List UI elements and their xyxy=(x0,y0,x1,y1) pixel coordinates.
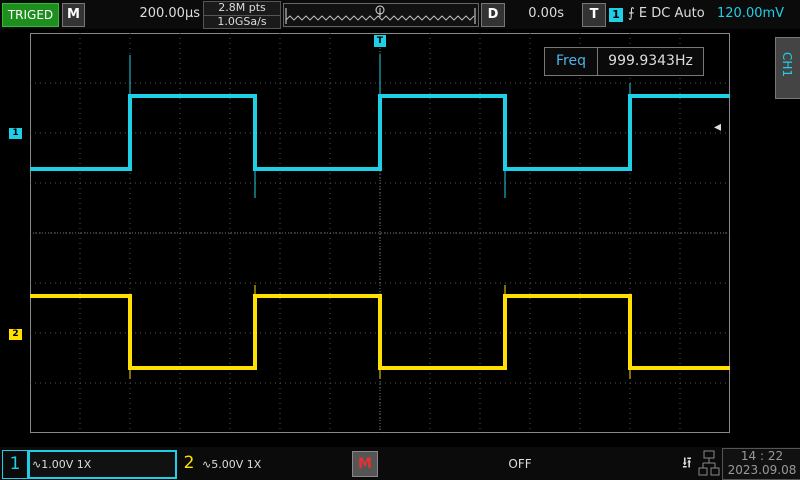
clock-display: 14 : 22 2023.09.08 xyxy=(722,448,800,480)
frequency-measurement[interactable]: Freq 999.9343Hz xyxy=(544,47,704,76)
ch2-button[interactable]: 2 xyxy=(178,450,200,477)
trigger-status-badge: TRIGED xyxy=(2,3,59,27)
ch2-trace xyxy=(30,294,730,370)
timebase-value[interactable]: 200.00µs xyxy=(86,3,200,25)
math-state: OFF xyxy=(508,457,532,471)
delay-menu-button[interactable]: D xyxy=(481,3,505,27)
waveform-display[interactable] xyxy=(30,33,730,433)
clock-date: 2023.09.08 xyxy=(727,463,797,477)
trigger-position-marker[interactable]: T xyxy=(374,35,386,47)
trigger-source-badge: 1 xyxy=(609,8,623,22)
measurement-value: 999.9343Hz xyxy=(608,53,693,69)
network-icon xyxy=(698,450,720,476)
delay-value[interactable]: 0.00s xyxy=(506,3,564,25)
memory-overview-wave xyxy=(285,5,476,24)
ch1-side-tab-label: CH1 xyxy=(780,52,794,78)
ch1-button[interactable]: 1 xyxy=(2,450,28,479)
ch1-offset-marker[interactable]: 1 xyxy=(9,128,22,139)
ch2-settings[interactable]: ∿5.00V 1X xyxy=(202,452,342,477)
trigger-level-arrow-icon[interactable]: ◂ xyxy=(714,120,721,134)
math-button[interactable]: M xyxy=(352,451,378,477)
horizontal-menu-button[interactable]: M xyxy=(62,3,85,27)
measurement-label: Freq xyxy=(545,48,598,75)
trigger-settings[interactable]: ⨍ E DC Auto xyxy=(628,3,718,25)
ch2-offset-marker[interactable]: 2 xyxy=(9,329,22,340)
acquisition-info: 2.8M pts 1.0GSa/s xyxy=(203,1,281,29)
trigger-menu-button[interactable]: T xyxy=(582,3,606,27)
ch1-settings[interactable]: ∿1.00V 1X xyxy=(28,450,177,479)
trigger-position-icon xyxy=(375,5,385,17)
usb-icon: ⭿ xyxy=(682,454,692,472)
clock-time: 14 : 22 xyxy=(740,449,784,463)
trigger-level[interactable]: 120.00mV xyxy=(717,3,797,25)
memory-depth: 2.8M pts xyxy=(204,2,280,16)
ch1-side-tab[interactable]: CH1 xyxy=(775,37,800,99)
memory-overview-bar[interactable] xyxy=(283,3,479,27)
sample-rate: 1.0GSa/s xyxy=(217,15,267,28)
